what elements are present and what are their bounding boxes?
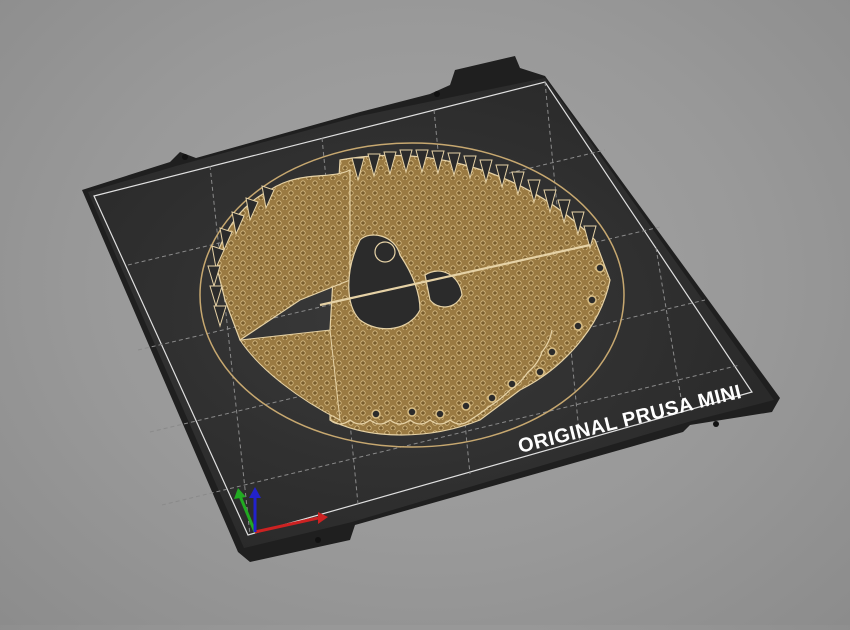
3d-viewport[interactable]: ORIGINAL PRUSA MINI <box>0 0 850 625</box>
